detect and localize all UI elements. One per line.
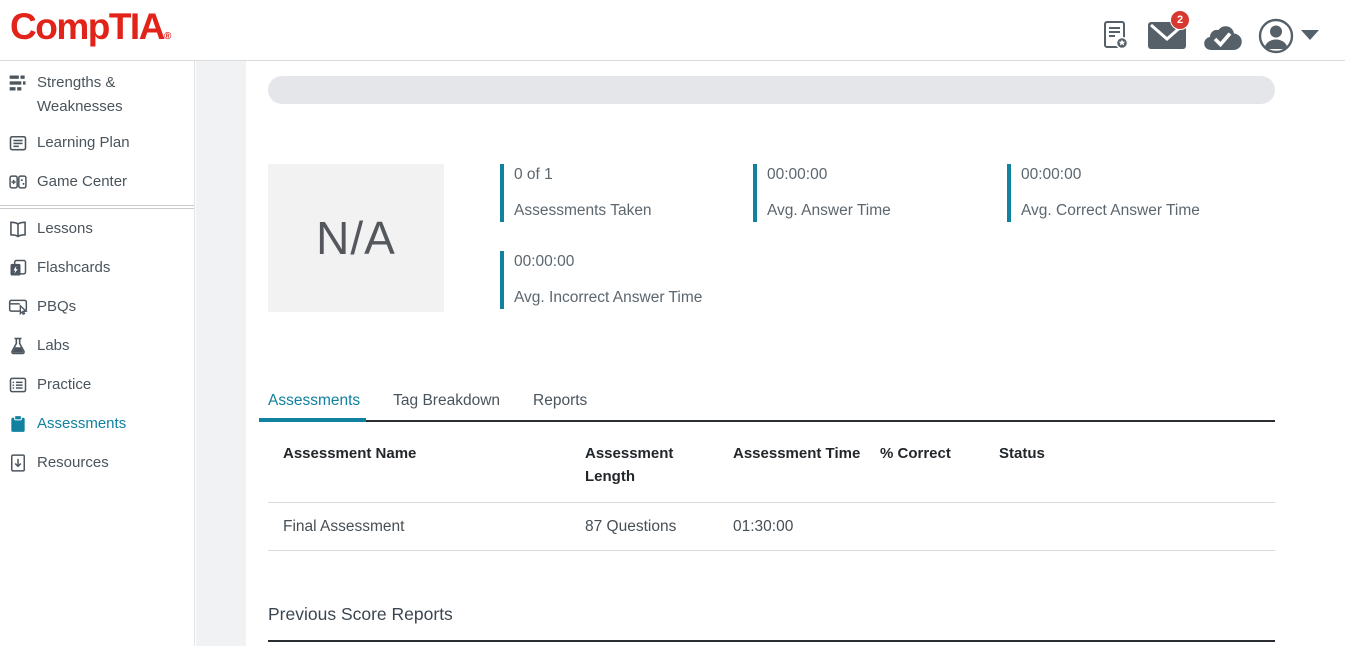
tab-reports[interactable]: Reports: [533, 390, 587, 420]
mail-icon[interactable]: 2: [1148, 22, 1186, 50]
tab-bar: Assessments Tag Breakdown Reports: [268, 390, 1275, 422]
flask-icon: [8, 336, 28, 361]
sidebar-item-label: Practice: [37, 373, 91, 397]
score-report-icon[interactable]: [1103, 20, 1129, 50]
stat-label: Avg. Answer Time: [767, 201, 891, 221]
document-download-icon: [8, 453, 28, 478]
chevron-down-icon[interactable]: [1301, 30, 1319, 40]
sidebar-item-resources[interactable]: Resources: [0, 445, 194, 484]
sidebar-top-group: Strengths & Weaknesses Learning Plan: [0, 65, 194, 203]
previous-score-reports-title: Previous Score Reports: [268, 604, 453, 625]
flashcard-bolt-icon: [8, 258, 28, 283]
sidebar-item-label: Learning Plan: [37, 131, 130, 155]
cell-percent-correct: [865, 516, 984, 538]
stat-value: 0 of 1: [514, 165, 652, 185]
clipboard-icon: [8, 414, 28, 439]
window-cursor-icon: [8, 297, 28, 322]
comptia-logo[interactable]: CompTIA®: [10, 6, 171, 48]
sidebar-bottom-group: Lessons Flashcards: [0, 211, 194, 484]
sidebar: Strengths & Weaknesses Learning Plan: [0, 61, 195, 646]
cell-assessment-name: Final Assessment: [268, 516, 570, 538]
mail-badge: 2: [1170, 10, 1190, 30]
sidebar-item-label: Flashcards: [37, 256, 110, 280]
notebook-icon: [8, 133, 28, 158]
bars-icon: [8, 73, 28, 98]
progress-bar: [268, 76, 1275, 104]
stat-avg-correct-answer-time: 00:00:00 Avg. Correct Answer Time: [1007, 164, 1200, 222]
stat-value: 00:00:00: [767, 165, 891, 185]
table-header-row: Assessment Name Assessment Length Assess…: [268, 422, 1275, 503]
cell-assessment-length: 87 Questions: [570, 516, 718, 538]
score-placeholder-box: N/A: [268, 164, 444, 312]
app-window: CompTIA® 2: [0, 0, 1345, 646]
sidebar-item-label: Game Center: [37, 170, 127, 194]
sidebar-item-game-center[interactable]: Game Center: [0, 164, 194, 203]
sidebar-item-pbqs[interactable]: PBQs: [0, 289, 194, 328]
sidebar-item-label: Labs: [37, 334, 70, 358]
content-gutter: [196, 61, 246, 646]
sidebar-divider: [0, 205, 194, 209]
account-icon[interactable]: [1257, 17, 1295, 55]
sidebar-item-label: PBQs: [37, 295, 76, 319]
app-header: CompTIA® 2: [0, 0, 1345, 61]
column-header-percent-correct: % Correct: [865, 442, 984, 488]
sidebar-item-lessons[interactable]: Lessons: [0, 211, 194, 250]
stat-label: Avg. Incorrect Answer Time: [514, 288, 702, 308]
table-row-final-assessment: Final Assessment 87 Questions 01:30:00: [268, 503, 1275, 551]
sidebar-item-strengths-weaknesses[interactable]: Strengths & Weaknesses: [0, 65, 194, 125]
tab-tag-breakdown[interactable]: Tag Breakdown: [393, 390, 500, 420]
sidebar-item-learning-plan[interactable]: Learning Plan: [0, 125, 194, 164]
stat-value: 00:00:00: [514, 252, 702, 272]
registered-mark: ®: [164, 31, 171, 42]
dice-icon: [8, 172, 28, 197]
column-header-status: Status: [984, 442, 1275, 488]
logo-text: CompTIA: [10, 6, 164, 47]
stat-label: Avg. Correct Answer Time: [1021, 201, 1200, 221]
sidebar-item-assessments[interactable]: Assessments: [0, 406, 194, 445]
stat-assessments-taken: 0 of 1 Assessments Taken: [500, 164, 652, 222]
column-header-assessment-length: Assessment Length: [570, 442, 718, 488]
tab-assessments[interactable]: Assessments: [268, 390, 360, 420]
sidebar-item-labs[interactable]: Labs: [0, 328, 194, 367]
cell-status: [984, 516, 1275, 538]
open-book-icon: [8, 219, 28, 244]
sidebar-item-practice[interactable]: Practice: [0, 367, 194, 406]
sidebar-item-label: Resources: [37, 451, 109, 475]
column-header-assessment-time: Assessment Time: [718, 442, 865, 488]
sidebar-item-flashcards[interactable]: Flashcards: [0, 250, 194, 289]
stat-avg-incorrect-answer-time: 00:00:00 Avg. Incorrect Answer Time: [500, 251, 702, 309]
stat-value: 00:00:00: [1021, 165, 1200, 185]
column-header-assessment-name: Assessment Name: [268, 442, 570, 488]
score-placeholder-text: N/A: [316, 211, 396, 265]
assessments-table: Assessment Name Assessment Length Assess…: [268, 422, 1275, 551]
cell-assessment-time: 01:30:00: [718, 516, 865, 538]
stat-label: Assessments Taken: [514, 201, 652, 221]
stat-avg-answer-time: 00:00:00 Avg. Answer Time: [753, 164, 891, 222]
cloud-sync-icon[interactable]: [1202, 24, 1243, 52]
sidebar-item-label: Assessments: [37, 412, 126, 436]
list-box-icon: [8, 375, 28, 400]
sidebar-item-label: Strengths & Weaknesses: [37, 71, 184, 119]
main-content: N/A 0 of 1 Assessments Taken 00:00:00 Av…: [246, 61, 1345, 646]
sidebar-item-label: Lessons: [37, 217, 93, 241]
previous-score-reports-divider: [268, 640, 1275, 642]
